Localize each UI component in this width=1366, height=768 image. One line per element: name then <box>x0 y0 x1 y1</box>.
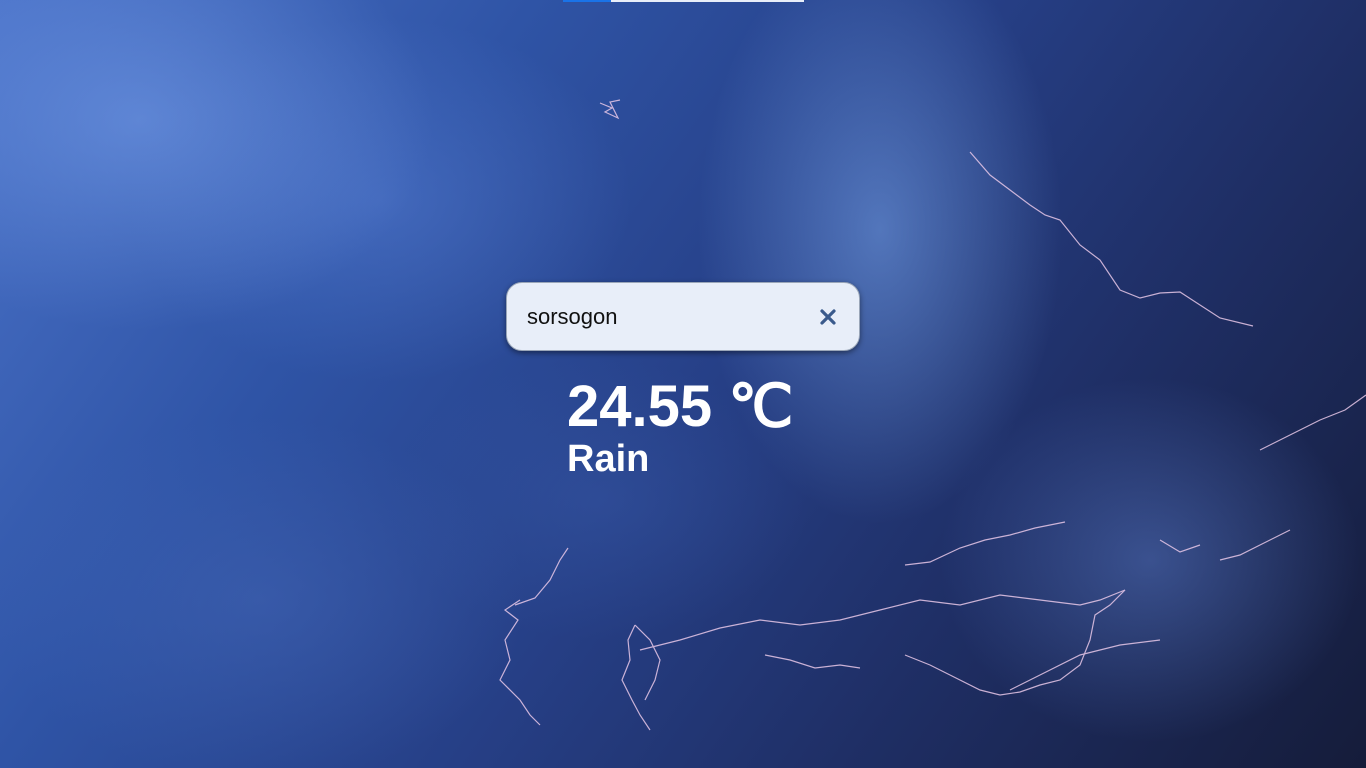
clear-search-button[interactable] <box>815 304 841 330</box>
temperature-display: 24.55 ℃ <box>567 374 793 440</box>
top-indicator-strip <box>563 0 804 2</box>
temperature-unit: ℃ <box>728 374 794 439</box>
top-indicator-active <box>563 0 611 2</box>
top-indicator-track <box>611 0 804 2</box>
temperature-value: 24.55 <box>567 374 713 439</box>
weather-condition: Rain <box>567 438 650 480</box>
close-icon <box>820 308 836 325</box>
city-search-box <box>506 282 860 351</box>
weather-result: 24.55 ℃ Rain <box>567 374 793 482</box>
city-search-input[interactable] <box>527 303 815 330</box>
